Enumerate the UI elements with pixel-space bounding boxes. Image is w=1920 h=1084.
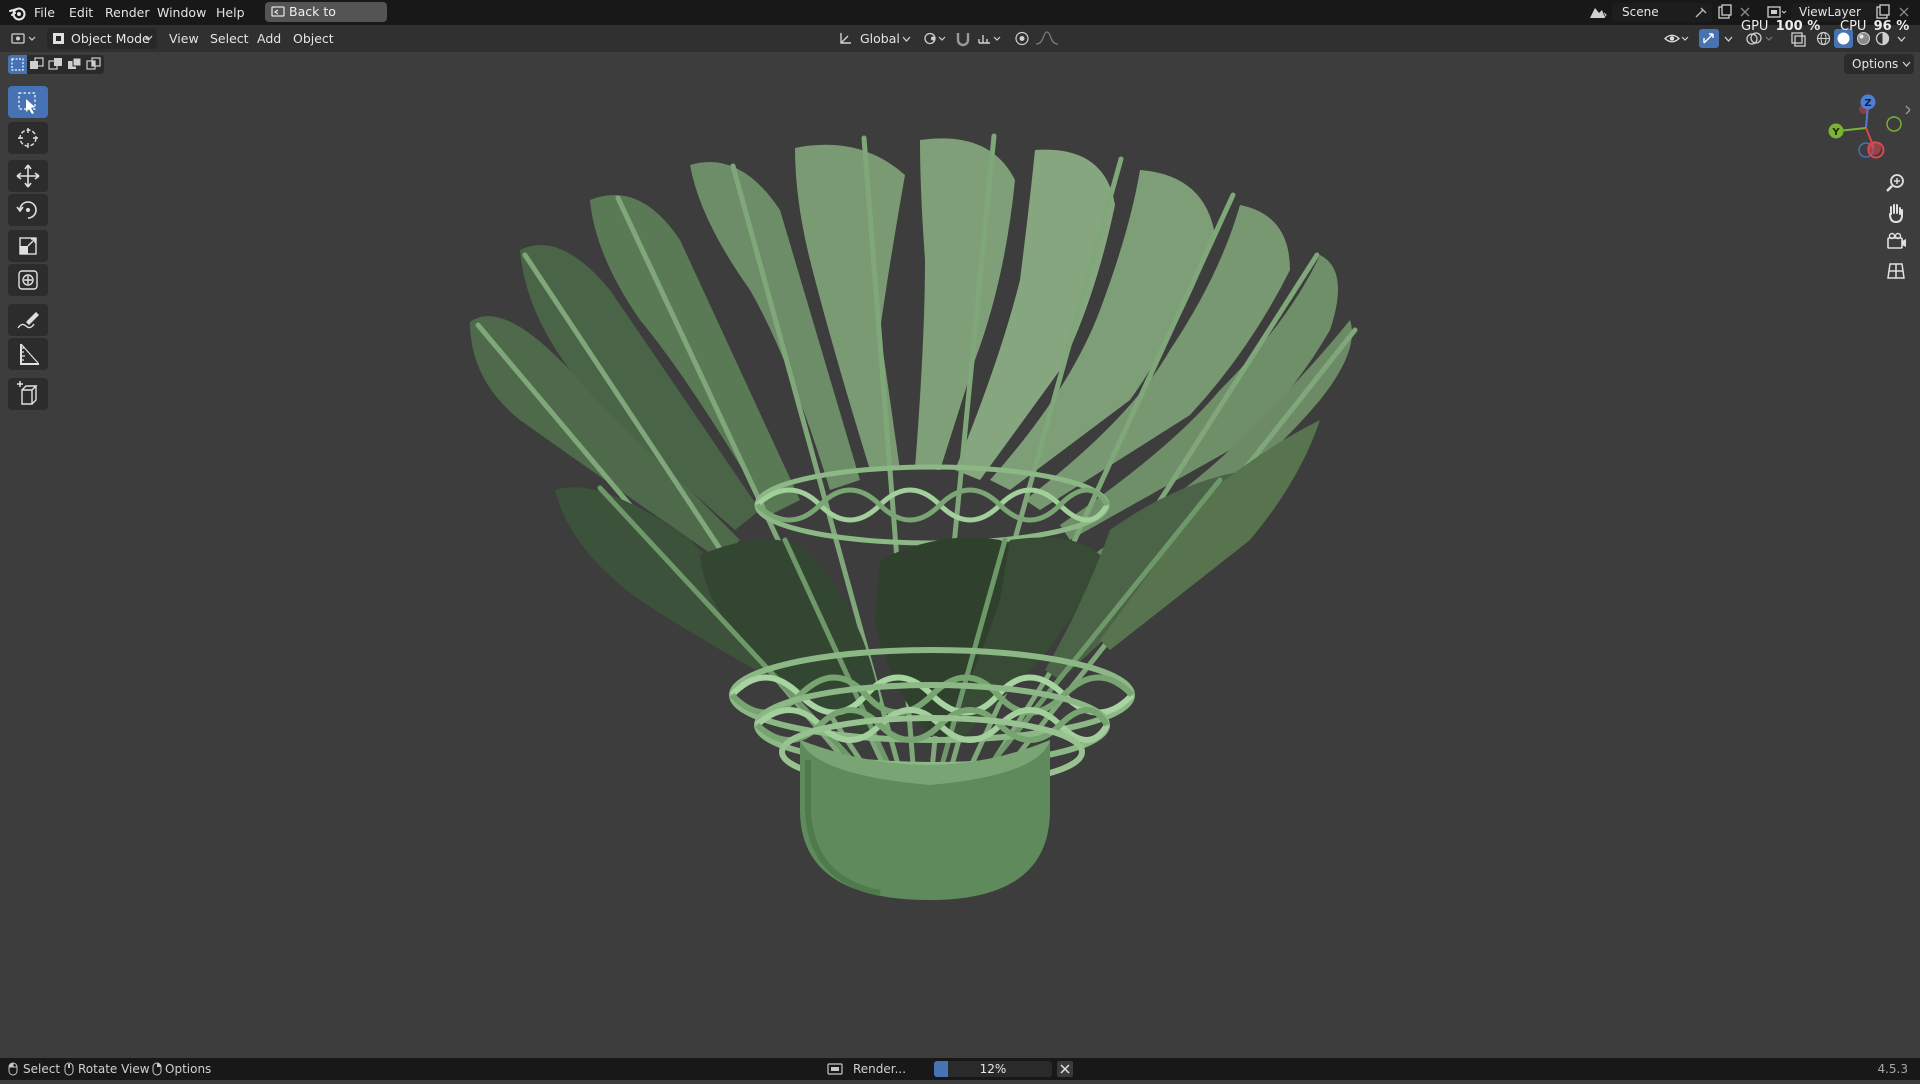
cpu-label: CPU	[1840, 19, 1867, 34]
cancel-render-button[interactable]	[1057, 1061, 1073, 1077]
viewport-header: Object Mode View Select Add Object Globa…	[0, 25, 1920, 52]
menu-render[interactable]: Render	[105, 0, 150, 25]
zoom-magnifier-icon	[1886, 174, 1904, 192]
shuttlecock-weave-upper	[754, 464, 1110, 546]
tool-annotate[interactable]	[8, 304, 48, 336]
gizmo-arrows-icon	[1703, 33, 1714, 44]
cursor-crosshair-icon	[18, 128, 38, 148]
tool-rotate[interactable]	[8, 194, 48, 226]
tool-scale[interactable]	[8, 230, 48, 262]
annotate-pencil-icon	[17, 312, 39, 329]
back-screen-icon	[271, 6, 285, 17]
snap-increment-icon[interactable]	[976, 30, 1004, 47]
proportional-editing-icon[interactable]	[1014, 30, 1030, 47]
transform-orientation-icon[interactable]	[838, 31, 854, 46]
chevron-down-icon[interactable]	[1724, 36, 1733, 43]
measure-ruler-icon	[20, 343, 39, 365]
gizmo-toggle-button[interactable]	[1699, 29, 1719, 48]
blender-logo-icon[interactable]	[9, 4, 27, 21]
gpu-value: 100 %	[1775, 19, 1821, 34]
close-icon	[1060, 1064, 1070, 1074]
tool-cursor[interactable]	[8, 122, 48, 154]
grid-perspective-icon	[1887, 263, 1905, 279]
visibility-eye-icon[interactable]	[1663, 30, 1691, 47]
tool-move[interactable]	[8, 160, 48, 192]
scene-field[interactable]: Scene	[1612, 3, 1712, 22]
pan-view-button[interactable]	[1882, 200, 1910, 226]
scene-name: Scene	[1622, 5, 1659, 19]
chevron-down-icon[interactable]	[902, 36, 911, 43]
editor-type-icon[interactable]	[10, 30, 38, 47]
render-progress-bar: 12%	[934, 1061, 1052, 1077]
chevron-down-icon	[144, 35, 153, 41]
select-box-icon	[18, 92, 36, 114]
tool-transform[interactable]	[8, 264, 48, 296]
tool-add-cube[interactable]	[8, 378, 48, 410]
chevron-down-icon[interactable]	[1897, 36, 1906, 43]
header-menu-object[interactable]: Object	[293, 25, 334, 52]
new-view-layer-icon[interactable]	[1875, 4, 1891, 20]
gizmo-z-label: Z	[1864, 98, 1871, 109]
add-cube-icon	[17, 381, 38, 405]
version-label: 4.5.3	[1877, 1062, 1908, 1076]
object-mode-dropdown[interactable]: Object Mode	[47, 28, 157, 49]
transform-icon	[18, 270, 38, 290]
gpu-usage: GPU 100 %	[1741, 19, 1820, 35]
transform-orientation-dropdown[interactable]: Global	[860, 25, 900, 52]
cpu-value: 96 %	[1873, 19, 1910, 34]
rotate-icon	[16, 201, 37, 219]
scene-icon[interactable]	[1587, 4, 1607, 21]
status-select-hint: Select	[23, 1062, 61, 1076]
move-arrows-icon	[16, 164, 40, 188]
tool-measure[interactable]	[8, 338, 48, 370]
header-menu-add[interactable]: Add	[257, 25, 281, 52]
snap-magnet-icon[interactable]	[954, 30, 972, 47]
gpu-label: GPU	[1741, 19, 1769, 34]
gizmo-y-label: Y	[1831, 127, 1840, 138]
status-rotate-hint: Rotate View	[78, 1062, 150, 1076]
status-options-hint: Options	[165, 1062, 212, 1076]
mouse-left-icon	[8, 1062, 18, 1076]
navigation-gizmo[interactable]: Z Y	[1822, 90, 1914, 166]
remove-scene-icon[interactable]	[1739, 6, 1751, 18]
zoom-view-button[interactable]	[1882, 170, 1910, 196]
header-menu-view[interactable]: View	[169, 25, 199, 52]
back-to-previous-button[interactable]: Back to Previous	[265, 2, 387, 39]
top-bar: File Edit Render Window Help Back to Pre…	[0, 0, 1920, 39]
pivot-point-icon[interactable]	[921, 30, 949, 47]
cpu-usage: CPU 96 %	[1840, 19, 1909, 35]
render-job-icon	[827, 1063, 843, 1075]
tool-select-box[interactable]	[8, 86, 48, 118]
header-menu-select[interactable]: Select	[210, 25, 249, 52]
object-mode-icon	[53, 33, 64, 44]
render-progress-text: 12%	[979, 1062, 1007, 1076]
menu-edit[interactable]: Edit	[69, 0, 93, 25]
perspective-toggle-button[interactable]	[1882, 258, 1910, 284]
scale-icon	[19, 237, 37, 255]
camera-view-button[interactable]	[1882, 229, 1910, 255]
render-job-label: Render...	[853, 1062, 907, 1076]
camera-icon	[1887, 232, 1906, 249]
status-bar: Select Rotate View Options Render... 12%…	[0, 1058, 1920, 1080]
viewport-3d[interactable]	[0, 52, 1920, 1058]
pin-icon[interactable]	[1694, 6, 1708, 19]
falloff-curve-icon[interactable]	[1034, 30, 1064, 47]
mouse-right-icon	[152, 1062, 162, 1076]
object-mode-label: Object Mode	[71, 31, 150, 46]
menu-file[interactable]: File	[34, 0, 55, 25]
menu-help[interactable]: Help	[216, 0, 245, 25]
remove-view-layer-icon[interactable]	[1898, 6, 1910, 18]
menu-window[interactable]: Window	[157, 0, 206, 25]
hand-icon	[1889, 204, 1903, 224]
mouse-middle-icon	[64, 1062, 74, 1076]
new-scene-icon[interactable]	[1717, 4, 1733, 20]
